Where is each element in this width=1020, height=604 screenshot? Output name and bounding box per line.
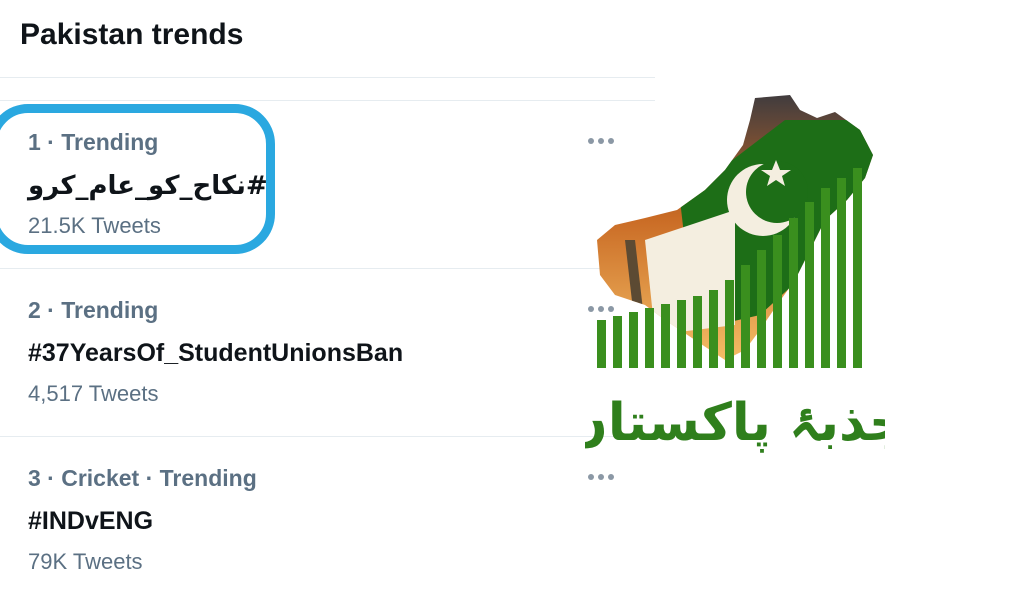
trend-item-2[interactable]: 2 · Trending #37YearsOf_StudentUnionsBan… bbox=[0, 269, 655, 436]
divider bbox=[0, 77, 655, 78]
trend-name: #INDvENG bbox=[28, 507, 154, 535]
trend-meta: 3 · Cricket · Trending bbox=[28, 465, 257, 491]
jazba-pakistan-logo: جذبۂ پاکستان bbox=[585, 95, 885, 453]
highlight-circle bbox=[0, 104, 275, 254]
trend-meta: 2 · Trending bbox=[28, 297, 159, 323]
trend-item-3[interactable]: 3 · Cricket · Trending #INDvENG 79K Twee… bbox=[0, 437, 655, 604]
more-options-icon[interactable] bbox=[588, 471, 618, 483]
logo-text: جذبۂ پاکستان bbox=[585, 393, 885, 453]
trend-name: #37YearsOf_StudentUnionsBan bbox=[28, 339, 404, 367]
trend-tweet-count: 4,517 Tweets bbox=[28, 381, 159, 406]
trend-tweet-count: 79K Tweets bbox=[28, 549, 143, 574]
page-title: Pakistan trends bbox=[20, 18, 244, 51]
